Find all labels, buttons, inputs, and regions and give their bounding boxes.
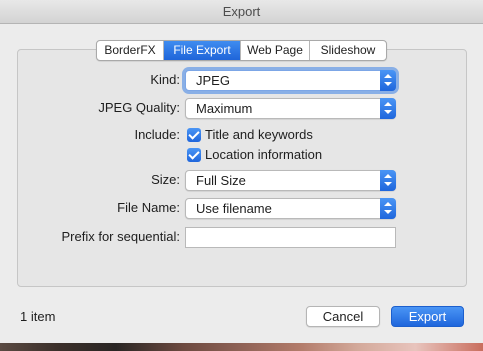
tab-web-page[interactable]: Web Page [241,41,310,60]
jpeg-quality-popup[interactable]: Maximum [185,98,396,119]
jpeg-quality-value: Maximum [196,101,253,116]
jpeg-quality-label: JPEG Quality: [98,100,180,115]
up-down-chevron-icon [380,98,396,119]
prefix-label: Prefix for sequential: [61,229,180,244]
kind-label: Kind: [150,72,180,87]
include-label: Include: [134,127,180,142]
title-keywords-checkbox[interactable] [187,128,201,142]
tab-borderfx[interactable]: BorderFX [97,41,164,60]
kind-value: JPEG [196,73,230,88]
cancel-button[interactable]: Cancel [306,306,380,327]
background-photo-strip [0,343,483,351]
kind-popup[interactable]: JPEG [185,70,396,91]
export-button[interactable]: Export [391,306,464,327]
export-tab-bar: BorderFX File Export Web Page Slideshow [96,40,387,61]
location-info-checkbox[interactable] [187,148,201,162]
up-down-chevron-icon [380,70,396,91]
window-title: Export [222,4,261,19]
file-name-label: File Name: [117,200,180,215]
file-name-popup[interactable]: Use filename [185,198,396,219]
tab-slideshow[interactable]: Slideshow [310,41,386,60]
tab-file-export[interactable]: File Export [164,41,241,60]
file-name-value: Use filename [196,201,272,216]
window-titlebar: Export [0,0,483,24]
location-info-label[interactable]: Location information [205,147,322,163]
up-down-chevron-icon [380,198,396,219]
title-keywords-label[interactable]: Title and keywords [205,127,313,143]
item-count: 1 item [20,309,56,324]
size-value: Full Size [196,173,246,188]
size-label: Size: [151,172,180,187]
prefix-input[interactable] [185,227,396,248]
up-down-chevron-icon [380,170,396,191]
size-popup[interactable]: Full Size [185,170,396,191]
